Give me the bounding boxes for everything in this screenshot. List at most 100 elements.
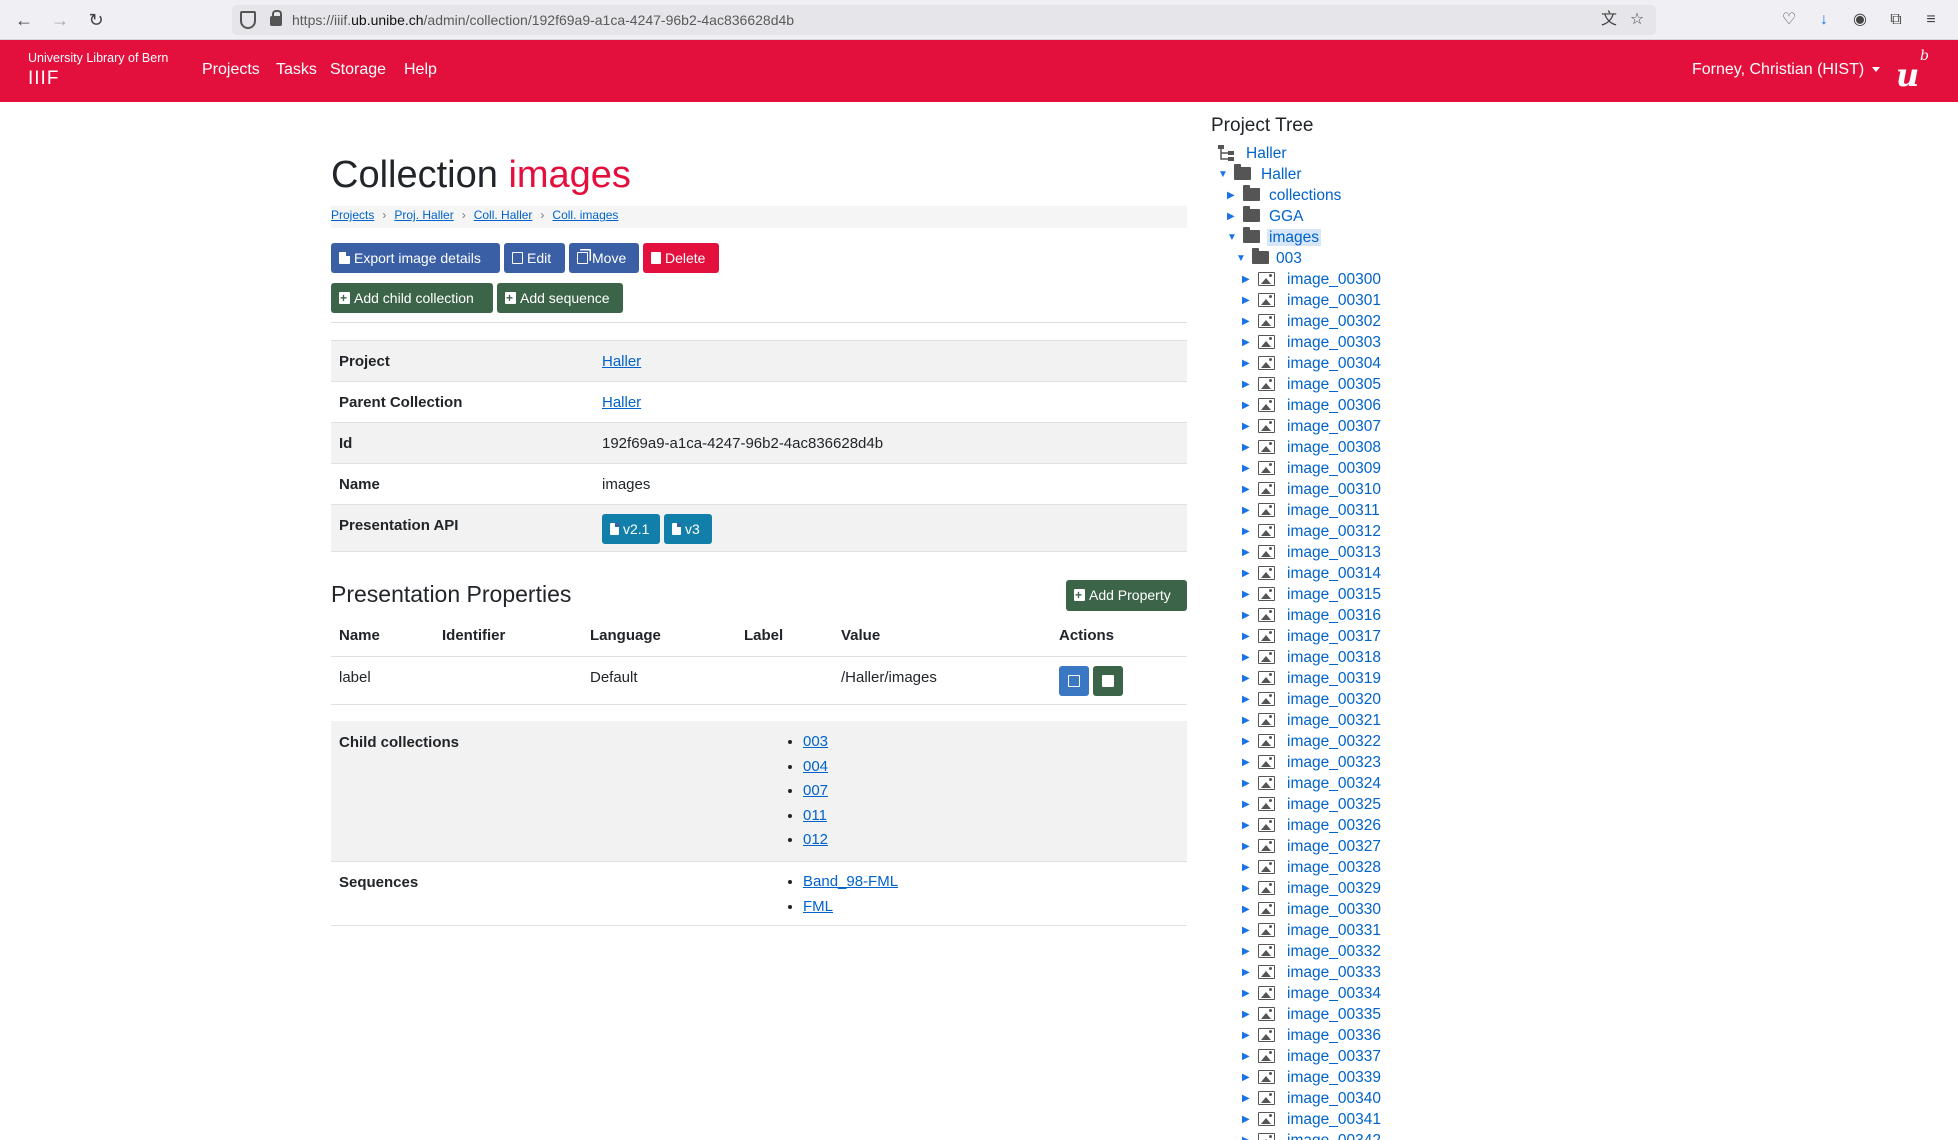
- caret-right-icon[interactable]: ▶: [1242, 521, 1250, 542]
- caret-right-icon[interactable]: ▶: [1242, 416, 1250, 437]
- caret-right-icon[interactable]: ▶: [1242, 752, 1250, 773]
- nav-help[interactable]: Help: [404, 61, 437, 79]
- export-image-details-button[interactable]: Export image details: [331, 243, 500, 273]
- caret-right-icon[interactable]: ▶: [1242, 458, 1250, 479]
- caret-right-icon[interactable]: ▶: [1242, 542, 1250, 563]
- parent-collection-link[interactable]: Haller: [602, 394, 641, 411]
- add-child-collection-button[interactable]: Add child collection: [331, 283, 493, 313]
- tree-node-image[interactable]: ▶ image_00342: [1242, 1130, 1381, 1140]
- sequence-link[interactable]: FML: [803, 898, 833, 915]
- api-v21-button[interactable]: v2.1: [602, 514, 660, 544]
- pocket-icon[interactable]: ♡: [1778, 9, 1800, 31]
- child-collection-link[interactable]: 004: [803, 758, 828, 775]
- caret-right-icon[interactable]: ▶: [1242, 500, 1250, 521]
- caret-right-icon[interactable]: ▶: [1242, 332, 1250, 353]
- api-v3-button[interactable]: v3: [664, 514, 712, 544]
- tree-node-image[interactable]: ▶ image_00306: [1242, 395, 1381, 416]
- tree-node-image[interactable]: ▶ image_00328: [1242, 857, 1381, 878]
- tree-node-image[interactable]: ▶ image_00312: [1242, 521, 1381, 542]
- tree-node-image[interactable]: ▶ image_00327: [1242, 836, 1381, 857]
- tree-node-003[interactable]: ▼ 003: [1236, 248, 1302, 269]
- caret-right-icon[interactable]: ▶: [1227, 185, 1235, 206]
- caret-right-icon[interactable]: ▶: [1242, 311, 1250, 332]
- caret-right-icon[interactable]: ▶: [1242, 1088, 1250, 1109]
- caret-right-icon[interactable]: ▶: [1242, 647, 1250, 668]
- tree-node-image[interactable]: ▶ image_00313: [1242, 542, 1381, 563]
- caret-right-icon[interactable]: ▶: [1242, 962, 1250, 983]
- address-bar[interactable]: https://iiif.ub.unibe.ch/admin/collectio…: [232, 5, 1656, 35]
- tree-node-image[interactable]: ▶ image_00320: [1242, 689, 1381, 710]
- add-property-button[interactable]: Add Property: [1066, 580, 1187, 611]
- tree-root[interactable]: Haller: [1218, 143, 1286, 164]
- child-collection-link[interactable]: 003: [803, 733, 828, 750]
- caret-right-icon[interactable]: ▶: [1242, 1025, 1250, 1046]
- tree-node-image[interactable]: ▶ image_00310: [1242, 479, 1381, 500]
- breadcrumb-proj-haller[interactable]: Proj. Haller: [394, 208, 453, 222]
- forward-icon[interactable]: →: [48, 8, 72, 32]
- caret-right-icon[interactable]: ▶: [1242, 353, 1250, 374]
- tree-node-collections[interactable]: ▶ collections: [1227, 185, 1341, 206]
- lock-icon[interactable]: [270, 10, 282, 26]
- tree-node-image[interactable]: ▶ image_00307: [1242, 416, 1381, 437]
- shield-icon[interactable]: [240, 11, 256, 29]
- caret-right-icon[interactable]: ▶: [1242, 1109, 1250, 1130]
- tree-node-image[interactable]: ▶ image_00321: [1242, 710, 1381, 731]
- caret-right-icon[interactable]: ▶: [1242, 584, 1250, 605]
- bookmark-star-icon[interactable]: ☆: [1626, 9, 1648, 31]
- breadcrumb-projects[interactable]: Projects: [331, 208, 374, 222]
- tree-node-image[interactable]: ▶ image_00334: [1242, 983, 1381, 1004]
- tree-node-image[interactable]: ▶ image_00315: [1242, 584, 1381, 605]
- move-button[interactable]: Move: [569, 243, 639, 273]
- caret-right-icon[interactable]: ▶: [1242, 689, 1250, 710]
- tree-node-image[interactable]: ▶ image_00301: [1242, 290, 1381, 311]
- tree-node-image[interactable]: ▶ image_00318: [1242, 647, 1381, 668]
- tree-node-image[interactable]: ▶ image_00304: [1242, 353, 1381, 374]
- child-collection-link[interactable]: 012: [803, 831, 828, 848]
- tree-node-image[interactable]: ▶ image_00317: [1242, 626, 1381, 647]
- tree-node-image[interactable]: ▶ image_00336: [1242, 1025, 1381, 1046]
- caret-down-icon[interactable]: ▼: [1236, 248, 1246, 269]
- caret-right-icon[interactable]: ▶: [1242, 836, 1250, 857]
- caret-right-icon[interactable]: ▶: [1242, 374, 1250, 395]
- tree-node-image[interactable]: ▶ image_00325: [1242, 794, 1381, 815]
- caret-right-icon[interactable]: ▶: [1242, 731, 1250, 752]
- nav-storage[interactable]: Storage: [330, 61, 386, 79]
- caret-right-icon[interactable]: ▶: [1242, 941, 1250, 962]
- tree-node-image[interactable]: ▶ image_00337: [1242, 1046, 1381, 1067]
- tree-node-image[interactable]: ▶ image_00309: [1242, 458, 1381, 479]
- tree-node-image[interactable]: ▶ image_00331: [1242, 920, 1381, 941]
- tree-node-image[interactable]: ▶ image_00305: [1242, 374, 1381, 395]
- tree-node-haller[interactable]: ▼ Haller: [1218, 164, 1301, 185]
- caret-right-icon[interactable]: ▶: [1242, 668, 1250, 689]
- tree-node-image[interactable]: ▶ image_00322: [1242, 731, 1381, 752]
- caret-right-icon[interactable]: ▶: [1242, 710, 1250, 731]
- tree-node-image[interactable]: ▶ image_00333: [1242, 962, 1381, 983]
- caret-right-icon[interactable]: ▶: [1227, 206, 1235, 227]
- translate-icon[interactable]: 文: [1598, 9, 1620, 31]
- caret-right-icon[interactable]: ▶: [1242, 899, 1250, 920]
- tree-node-image[interactable]: ▶ image_00324: [1242, 773, 1381, 794]
- caret-right-icon[interactable]: ▶: [1242, 626, 1250, 647]
- caret-down-icon[interactable]: ▼: [1218, 164, 1228, 185]
- caret-right-icon[interactable]: ▶: [1242, 773, 1250, 794]
- edit-button[interactable]: Edit: [504, 243, 565, 273]
- caret-right-icon[interactable]: ▶: [1242, 269, 1250, 290]
- breadcrumb-coll-haller[interactable]: Coll. Haller: [474, 208, 533, 222]
- caret-right-icon[interactable]: ▶: [1242, 563, 1250, 584]
- url-text[interactable]: https://iiif.ub.unibe.ch/admin/collectio…: [292, 12, 794, 28]
- caret-right-icon[interactable]: ▶: [1242, 479, 1250, 500]
- tree-node-images[interactable]: ▼ images: [1227, 227, 1321, 248]
- delete-property-button[interactable]: [1093, 666, 1123, 696]
- tree-node-image[interactable]: ▶ image_00339: [1242, 1067, 1381, 1088]
- sequence-link[interactable]: Band_98-FML: [803, 873, 898, 890]
- caret-right-icon[interactable]: ▶: [1242, 437, 1250, 458]
- back-icon[interactable]: ←: [12, 8, 36, 32]
- caret-right-icon[interactable]: ▶: [1242, 920, 1250, 941]
- nav-tasks[interactable]: Tasks: [276, 61, 317, 79]
- caret-right-icon[interactable]: ▶: [1242, 815, 1250, 836]
- tree-node-image[interactable]: ▶ image_00308: [1242, 437, 1381, 458]
- tree-node-image[interactable]: ▶ image_00335: [1242, 1004, 1381, 1025]
- tree-node-image[interactable]: ▶ image_00311: [1242, 500, 1380, 521]
- caret-right-icon[interactable]: ▶: [1242, 794, 1250, 815]
- project-link[interactable]: Haller: [602, 353, 641, 370]
